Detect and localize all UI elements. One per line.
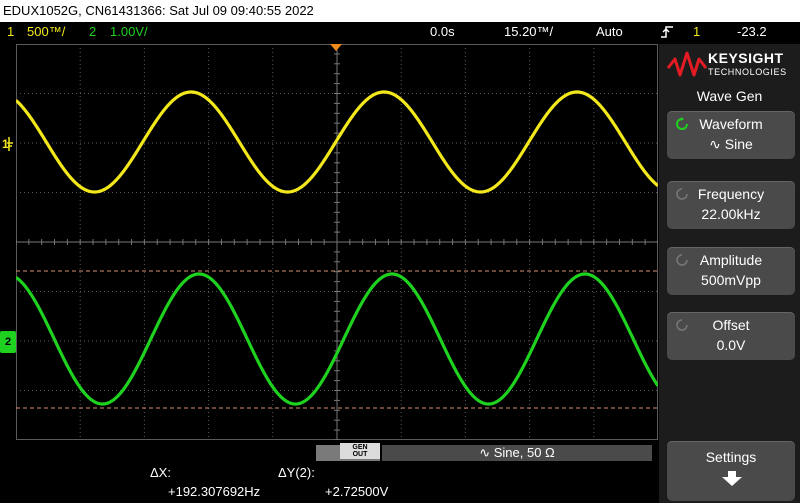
generator-info: ∿ Sine, 50 Ω <box>382 445 652 461</box>
delta-y-value: +2.72500V <box>325 484 389 499</box>
cursor-readout: ΔX: +192.307692Hz ΔY(2): +2.72500V <box>0 464 658 503</box>
delta-x-value: +192.307692Hz <box>168 484 261 499</box>
ch1-scale[interactable]: 500™/ <box>27 22 65 42</box>
waveform-value: ∿ Sine <box>709 136 753 152</box>
gen-out-label: GEN OUT <box>352 444 368 458</box>
gen-out-button[interactable]: GEN OUT <box>340 443 380 459</box>
offset-softkey[interactable]: Offset 0.0V <box>667 312 795 360</box>
frequency-value: 22.00kHz <box>701 206 761 222</box>
ch2-number[interactable]: 2 <box>89 22 96 42</box>
generator-bar: GEN OUT ∿ Sine, 50 Ω <box>0 442 658 464</box>
trigger-mode[interactable]: Auto <box>596 22 623 42</box>
amplitude-label: Amplitude <box>699 252 763 268</box>
waveform-softkey[interactable]: Waveform ∿ Sine <box>667 111 795 159</box>
waveform-label: Waveform <box>699 116 763 132</box>
ch2-marker-label: 2 <box>4 336 12 348</box>
amplitude-value: 500mVpp <box>701 272 761 288</box>
graticule <box>16 44 658 440</box>
settings-softkey[interactable]: Settings <box>667 441 795 501</box>
trigger-source[interactable]: 1 <box>693 22 700 42</box>
trigger-delay[interactable]: 0.0s <box>430 22 455 42</box>
softkey-panel: KEYSIGHT TECHNOLOGIES Wave Gen Waveform … <box>659 44 800 503</box>
settings-label: Settings <box>705 449 757 465</box>
keysight-logo: KEYSIGHT TECHNOLOGIES <box>659 44 800 86</box>
delta-y-label: ΔY(2): <box>278 465 315 480</box>
trigger-edge-icon <box>660 25 674 45</box>
title-bar: EDUX1052G, CN61431366: Sat Jul 09 09:40:… <box>0 0 800 22</box>
waveform-display[interactable] <box>16 44 658 440</box>
brand-subtitle: TECHNOLOGIES <box>708 67 787 77</box>
status-bar: 1 500™/ 2 1.00V/ 0.0s 15.20™/ Auto 1 -23… <box>0 22 800 42</box>
trigger-level[interactable]: -23.2 <box>737 22 767 42</box>
ch1-marker-label: 1 <box>2 137 9 151</box>
ch1-number[interactable]: 1 <box>7 22 14 42</box>
ch1-ground-marker[interactable]: 1 <box>0 133 16 153</box>
window-title: EDUX1052G, CN61431366: Sat Jul 09 09:40:… <box>3 3 314 18</box>
trigger-position-marker <box>330 44 342 51</box>
arrow-down-icon <box>721 471 743 492</box>
timebase-scale[interactable]: 15.20™/ <box>504 22 553 42</box>
frequency-label: Frequency <box>697 186 765 202</box>
ch2-ground-marker[interactable]: 2 <box>0 331 16 353</box>
ch2-scale[interactable]: 1.00V/ <box>110 22 148 42</box>
brand-name: KEYSIGHT <box>708 50 784 66</box>
delta-x-label: ΔX: <box>150 465 171 480</box>
offset-value: 0.0V <box>716 337 746 353</box>
frequency-softkey[interactable]: Frequency 22.00kHz <box>667 181 795 229</box>
generator-info-text: ∿ Sine, 50 Ω <box>479 445 555 460</box>
menu-title: Wave Gen <box>696 88 763 104</box>
offset-label: Offset <box>712 317 750 333</box>
amplitude-softkey[interactable]: Amplitude 500mVpp <box>667 247 795 295</box>
